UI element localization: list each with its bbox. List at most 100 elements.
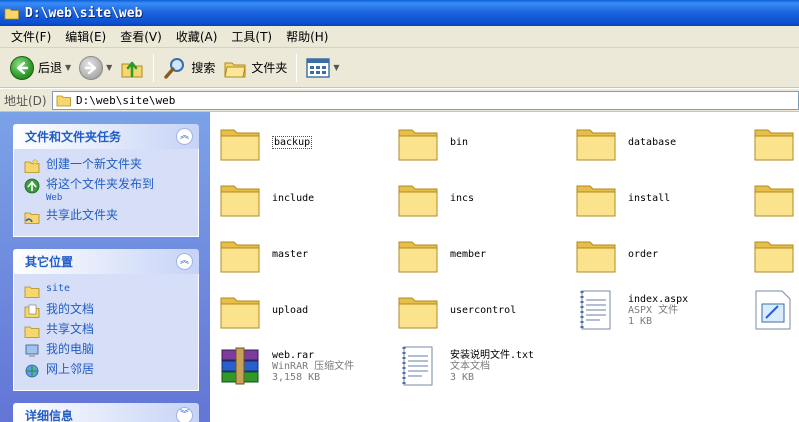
folder-icon (220, 185, 260, 217)
file-name: master (272, 248, 309, 260)
file-size: 3,158 KB (272, 371, 321, 383)
folders-label: 文件夹 (251, 61, 288, 75)
search-icon (164, 57, 185, 79)
address-input[interactable]: D:\web\site\web (52, 90, 799, 110)
search-button[interactable]: 搜索 (159, 52, 219, 84)
details-header[interactable]: 详细信息 ︾ (13, 403, 199, 422)
forward-arrow-icon (79, 55, 104, 80)
up-folder-icon (121, 61, 143, 77)
folder-item[interactable]: include (218, 174, 314, 222)
winrar-archive-icon (221, 347, 259, 385)
folder-icon (576, 129, 616, 161)
folder-icon (220, 241, 260, 273)
folder-item[interactable] (752, 118, 796, 166)
shared-documents-icon (24, 326, 40, 338)
menu-help[interactable]: 帮助(H) (279, 27, 335, 47)
forward-button[interactable]: ▼ (75, 52, 116, 84)
panel-title: 其它位置 (25, 255, 74, 269)
folder-item[interactable] (752, 174, 796, 222)
place-label: site (46, 283, 71, 294)
txt-file-item[interactable]: 安装说明文件.txt 文本文档 3 KB (396, 342, 534, 390)
menu-favorites[interactable]: 收藏(A) (169, 27, 225, 47)
file-item[interactable] (752, 286, 796, 334)
other-places-header[interactable]: 其它位置 ︽ (13, 249, 199, 274)
collapse-icon[interactable]: ︽ (176, 253, 193, 270)
file-name: incs (450, 192, 475, 204)
views-button[interactable]: ▼ (302, 52, 343, 84)
folder-item[interactable]: upload (218, 286, 308, 334)
folder-icon (398, 297, 438, 329)
folder-icon (220, 297, 260, 329)
place-shared-documents[interactable]: 共享文档 (24, 322, 194, 339)
folder-item[interactable]: backup (218, 118, 313, 166)
folder-item[interactable]: member (396, 230, 486, 278)
file-tasks-body: 创建一个新文件夹 将这个文件夹发布到 Web 共享此文件夹 (13, 149, 199, 237)
menu-bar: 文件(F) 编辑(E) 查看(V) 收藏(A) 工具(T) 帮助(H) (0, 26, 799, 48)
other-places-body: site 我的文档 共享文档 我的电脑 网上邻居 (13, 274, 199, 391)
up-button[interactable] (116, 52, 148, 84)
file-name: usercontrol (450, 304, 517, 316)
task-new-folder[interactable]: 创建一个新文件夹 (24, 157, 194, 174)
file-type: WinRAR 压缩文件 (272, 360, 355, 372)
aspx-file-item[interactable]: index.aspx ASPX 文件 1 KB (574, 286, 688, 334)
views-dropdown-icon[interactable]: ▼ (333, 63, 339, 72)
menu-view[interactable]: 查看(V) (113, 27, 169, 47)
rar-file-item[interactable]: web.rar WinRAR 压缩文件 3,158 KB (218, 342, 354, 390)
folder-icon (576, 241, 616, 273)
place-label: 网上邻居 (46, 362, 95, 376)
folder-icon (398, 241, 438, 273)
back-button[interactable]: 后退 ▼ (6, 52, 75, 84)
share-folder-icon (24, 212, 40, 224)
forward-dropdown-icon[interactable]: ▼ (106, 63, 112, 72)
folder-item[interactable]: database (574, 118, 676, 166)
other-places-panel: 其它位置 ︽ site 我的文档 共享文档 我的电脑 网上邻居 (13, 249, 199, 391)
file-tasks-panel: 文件和文件夹任务 ︽ 创建一个新文件夹 将这个文件夹发布到 Web 共享此文件夹 (13, 124, 199, 237)
network-places-icon (25, 364, 39, 378)
folders-icon (224, 62, 246, 77)
folder-icon (220, 129, 260, 161)
folders-button[interactable]: 文件夹 (219, 52, 291, 84)
folder-item[interactable]: incs (396, 174, 474, 222)
collapse-icon[interactable]: ︽ (176, 128, 193, 145)
task-label: 共享此文件夹 (46, 208, 119, 222)
place-network[interactable]: 网上邻居 (24, 362, 194, 379)
file-name: member (450, 248, 487, 260)
text-file-icon (402, 346, 433, 386)
file-name: backup (272, 135, 313, 149)
file-tasks-header[interactable]: 文件和文件夹任务 ︽ (13, 124, 199, 149)
document-icon (755, 290, 791, 330)
place-my-computer[interactable]: 我的电脑 (24, 342, 194, 359)
back-arrow-icon (10, 55, 34, 80)
file-type: ASPX 文件 (628, 304, 679, 316)
file-size: 1 KB (628, 315, 653, 327)
menu-file[interactable]: 文件(F) (4, 27, 58, 47)
file-type: 文本文档 (450, 360, 490, 372)
place-my-documents[interactable]: 我的文档 (24, 302, 194, 319)
file-name: database (628, 136, 677, 148)
task-pane: 文件和文件夹任务 ︽ 创建一个新文件夹 将这个文件夹发布到 Web 共享此文件夹… (0, 112, 210, 422)
folder-item[interactable]: install (574, 174, 670, 222)
address-label: 地址(D) (4, 93, 47, 108)
views-icon (306, 57, 331, 78)
file-info: index.aspx ASPX 文件 1 KB (628, 294, 688, 327)
task-publish-web[interactable]: 将这个文件夹发布到 Web (24, 177, 194, 205)
folder-item[interactable]: order (574, 230, 658, 278)
file-name: install (628, 192, 671, 204)
folder-item[interactable]: usercontrol (396, 286, 516, 334)
expand-icon[interactable]: ︾ (176, 407, 193, 422)
details-panel: 详细信息 ︾ (13, 403, 199, 422)
menu-edit[interactable]: 编辑(E) (58, 27, 113, 47)
task-label-line1: 将这个文件夹发布到 (46, 177, 155, 191)
folder-item[interactable] (752, 230, 796, 278)
place-label: 我的电脑 (46, 342, 95, 356)
task-share-folder[interactable]: 共享此文件夹 (24, 208, 194, 225)
folder-item[interactable]: master (218, 230, 308, 278)
back-dropdown-icon[interactable]: ▼ (65, 63, 71, 72)
new-folder-icon (24, 158, 40, 173)
folder-icon (398, 185, 438, 217)
menu-tools[interactable]: 工具(T) (224, 27, 279, 47)
search-label: 搜索 (191, 61, 216, 75)
place-site[interactable]: site (24, 282, 194, 299)
publish-web-icon (24, 178, 40, 194)
folder-item[interactable]: bin (396, 118, 468, 166)
